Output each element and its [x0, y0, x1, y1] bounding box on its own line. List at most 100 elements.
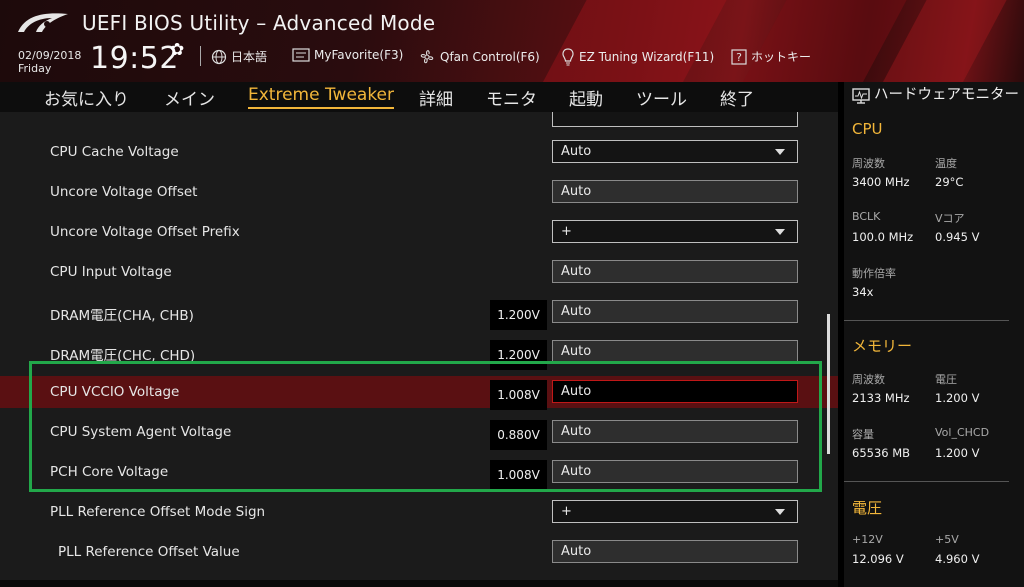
setting-value: Auto — [561, 464, 592, 479]
cpu-section-title: CPU — [852, 120, 883, 138]
tab-exit[interactable]: 終了 — [720, 85, 754, 110]
toolbar-divider — [200, 46, 201, 66]
tab-advanced[interactable]: 詳細 — [419, 85, 453, 110]
setting-value: Auto — [561, 264, 592, 279]
settings-row[interactable]: Uncore Voltage Offset Auto — [0, 176, 838, 208]
setting-value: Auto — [561, 144, 592, 159]
mem-capacity-label: 容量 — [852, 428, 874, 441]
mem-volt-label: 電圧 — [935, 373, 957, 386]
settings-row[interactable]: CPU System Agent Voltage 0.880V Auto — [0, 416, 838, 450]
setting-value: Auto — [561, 544, 592, 559]
setting-input[interactable]: Auto — [552, 340, 798, 363]
setting-value: Auto — [561, 424, 592, 439]
main-menu-bar: お気に入り メイン Extreme Tweaker 詳細 モニタ 起動 ツール … — [0, 82, 838, 112]
setting-value: + — [561, 504, 572, 519]
tab-favorites[interactable]: お気に入り — [44, 85, 129, 110]
settings-row[interactable]: DRAM電圧(CHA, CHB) 1.200V Auto — [0, 296, 838, 330]
setting-value: Auto — [561, 184, 592, 199]
chevron-down-icon — [775, 149, 785, 155]
gear-icon[interactable]: ✿ — [170, 40, 184, 60]
svg-text:?: ? — [736, 51, 742, 64]
setting-dropdown[interactable]: + — [552, 500, 798, 523]
setting-dropdown[interactable]: + — [552, 220, 798, 243]
favorite-icon — [292, 48, 310, 62]
myfavorite-label: MyFavorite(F3) — [314, 48, 404, 62]
tab-extreme-tweaker[interactable]: Extreme Tweaker — [248, 85, 395, 109]
setting-label: PLL Reference Offset Mode Sign — [50, 504, 266, 520]
tab-main[interactable]: メイン — [164, 85, 215, 110]
voltage-reading: 0.880V — [490, 420, 547, 450]
vcore-label: Vコア — [935, 212, 965, 225]
v12-label: +12V — [852, 533, 883, 546]
monitor-divider — [844, 320, 1009, 321]
tab-monitor[interactable]: モニタ — [486, 85, 537, 110]
settings-row[interactable]: PCH Core Voltage 1.008V Auto — [0, 456, 838, 490]
date-text: 02/09/2018 — [18, 49, 82, 62]
settings-row-selected[interactable]: CPU VCCIO Voltage 1.008V Auto — [0, 376, 838, 410]
cpu-temp-value: 29°C — [935, 175, 964, 189]
v12-value: 12.096 V — [852, 552, 904, 566]
date-display: 02/09/2018 Friday — [18, 49, 81, 75]
qfan-label: Qfan Control(F6) — [440, 50, 540, 64]
setting-input-active[interactable]: Auto — [552, 380, 798, 403]
setting-dropdown[interactable]: Auto — [552, 140, 798, 163]
v5-value: 4.960 V — [935, 552, 980, 566]
settings-row[interactable]: PLL Reference Offset Mode Sign + — [0, 496, 838, 528]
settings-row[interactable]: CPU Cache Voltage Auto — [0, 136, 838, 168]
setting-input[interactable]: Auto — [552, 300, 798, 323]
cpu-freq-label: 周波数 — [852, 157, 885, 170]
v5-label: +5V — [935, 533, 959, 546]
qfan-control-button[interactable]: Qfan Control(F6) — [418, 48, 540, 66]
mem-freq-label: 周波数 — [852, 373, 885, 386]
voltage-section-title: 電圧 — [852, 499, 883, 517]
voltage-reading: 1.200V — [490, 300, 547, 330]
ez-tuning-wizard-button[interactable]: EZ Tuning Wizard(F11) — [561, 48, 714, 66]
setting-field-partial[interactable] — [552, 112, 798, 127]
voltage-reading: 1.200V — [490, 340, 547, 370]
settings-row[interactable]: PLL Reference Offset Value Auto — [0, 536, 838, 568]
chevron-down-icon — [775, 229, 785, 235]
settings-row[interactable]: CPU Input Voltage Auto — [0, 256, 838, 288]
hotkeys-label: ホットキー — [751, 50, 812, 64]
weekday-text: Friday — [18, 62, 52, 75]
myfavorite-button[interactable]: MyFavorite(F3) — [292, 48, 403, 62]
setting-input[interactable]: Auto — [552, 540, 798, 563]
help-icon: ? — [731, 48, 747, 65]
setting-input[interactable]: Auto — [552, 420, 798, 443]
tab-tool[interactable]: ツール — [636, 85, 687, 110]
hardware-monitor-panel: ハードウェアモニター CPU 周波数 温度 3400 MHz 29°C BCLK… — [844, 82, 1024, 587]
settings-row-partial — [0, 112, 838, 132]
voltage-reading: 1.008V — [490, 380, 547, 410]
setting-label: Uncore Voltage Offset — [50, 184, 198, 200]
settings-row[interactable]: Uncore Voltage Offset Prefix + — [0, 216, 838, 248]
setting-label: CPU Input Voltage — [50, 264, 172, 280]
settings-panel: CPU Cache Voltage Auto Uncore Voltage Of… — [0, 112, 838, 580]
setting-input[interactable]: Auto — [552, 180, 798, 203]
cpu-freq-value: 3400 MHz — [852, 175, 910, 189]
voltage-reading: 1.008V — [490, 460, 547, 490]
header-bar: UEFI BIOS Utility – Advanced Mode 02/09/… — [0, 0, 1024, 82]
setting-label: CPU System Agent Voltage — [50, 424, 232, 440]
bottom-bar — [0, 580, 838, 587]
ez-tuning-label: EZ Tuning Wizard(F11) — [579, 50, 715, 64]
scrollbar-thumb[interactable] — [827, 314, 830, 454]
setting-input[interactable]: Auto — [552, 260, 798, 283]
app-title: UEFI BIOS Utility – Advanced Mode — [82, 11, 436, 35]
hotkeys-button[interactable]: ? ホットキー — [731, 48, 811, 65]
bclk-value: 100.0 MHz — [852, 230, 914, 244]
globe-icon — [211, 49, 227, 64]
setting-label: DRAM電圧(CHC, CHD) — [50, 348, 196, 364]
settings-row[interactable]: DRAM電圧(CHC, CHD) 1.200V Auto — [0, 336, 838, 370]
setting-input[interactable]: Auto — [552, 460, 798, 483]
monitor-title: ハードウェアモニター — [874, 87, 1019, 103]
cpu-temp-label: 温度 — [935, 157, 957, 170]
bulb-icon — [562, 48, 574, 66]
language-button[interactable]: 日本語 — [211, 48, 267, 65]
setting-value: + — [561, 224, 572, 239]
vol-chcd-value: 1.200 V — [935, 446, 980, 460]
setting-value: Auto — [561, 384, 592, 399]
setting-label: Uncore Voltage Offset Prefix — [50, 224, 240, 240]
tab-boot[interactable]: 起動 — [569, 85, 603, 110]
mem-freq-value: 2133 MHz — [852, 391, 910, 405]
vcore-value: 0.945 V — [935, 230, 980, 244]
